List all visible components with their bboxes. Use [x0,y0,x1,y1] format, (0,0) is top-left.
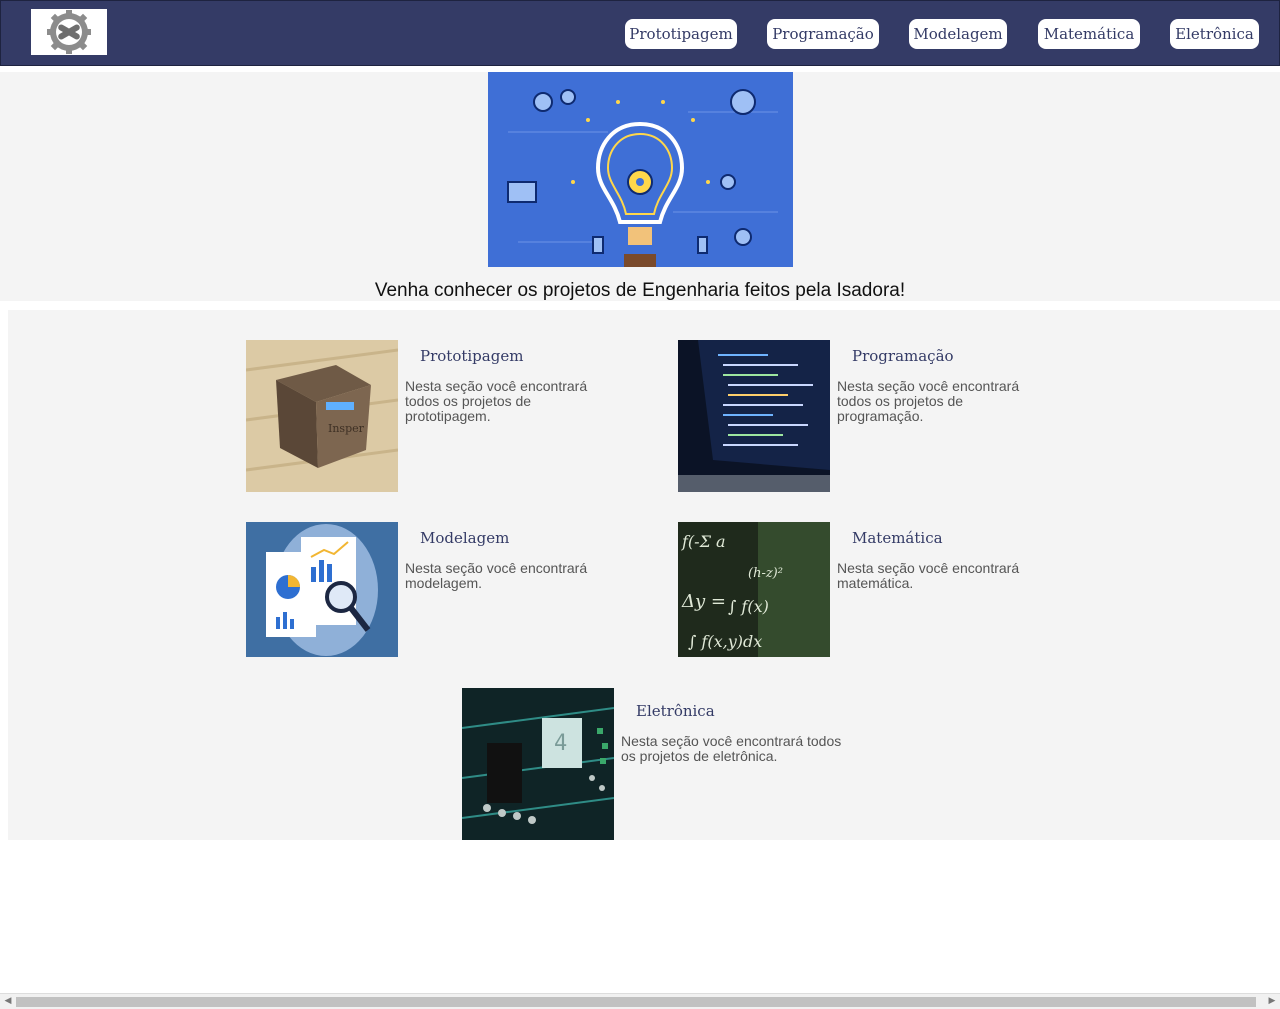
gear-wrench-logo-icon [47,10,91,54]
nav-programacao-button[interactable]: Programação [767,19,879,49]
hero-title: Venha conhecer os projetos de Engenharia… [374,280,906,301]
scrollbar-thumb[interactable] [16,997,1256,1007]
svg-text:4: 4 [554,731,567,756]
lightbulb-icon [488,72,793,267]
nav-eletronica-button[interactable]: Eletrônica [1170,19,1259,49]
prototipagem-image: Insper [246,340,398,492]
card-description: Nesta seção você encontrará modelagem. [405,560,588,591]
card-title: Prototipagem [420,347,524,365]
svg-text:Δy =: Δy = [681,591,726,612]
nav-modelagem-button[interactable]: Modelagem [909,19,1007,49]
card-description: Nesta seção você encontrará todos os pro… [837,378,1020,424]
modelagem-image [246,522,398,657]
card-title: Modelagem [420,529,510,547]
card-title: Programação [852,347,954,365]
programacao-image [678,340,830,492]
nav-prototipagem-button[interactable]: Prototipagem [625,19,737,49]
code-screen-icon [678,340,830,492]
svg-text:∫ f(x): ∫ f(x) [728,597,769,616]
horizontal-scrollbar[interactable]: ◀ ▶ [0,993,1280,1009]
box-prototype-icon: Insper [246,340,398,492]
card-title: Matemática [852,529,943,547]
hero-image [488,72,793,267]
card-description: Nesta seção você encontrará matemática. [837,560,1020,591]
card-description: Nesta seção você encontrará todos os pro… [405,378,588,424]
navbar: Prototipagem Programação Modelagem Matem… [0,0,1280,66]
hero-section: Venha conhecer os projetos de Engenharia… [0,72,1280,301]
nav-matematica-button[interactable]: Matemática [1038,19,1140,49]
card-title: Eletrônica [636,702,715,720]
card-description: Nesta seção você encontrará todos os pro… [621,733,842,764]
eletronica-image: 4 [462,688,614,840]
chalkboard-formula-icon: f(-Σ a (h-z)² Δy = ∫ f(x) ∫ f(x,y)dx [678,522,830,657]
svg-text:Insper: Insper [328,422,365,435]
analytics-magnifier-icon [246,522,398,657]
scroll-right-icon[interactable]: ▶ [1266,995,1278,1006]
svg-text:(h-z)²: (h-z)² [748,566,783,581]
matematica-image: f(-Σ a (h-z)² Δy = ∫ f(x) ∫ f(x,y)dx [678,522,830,657]
circuit-board-icon: 4 [462,688,614,840]
scroll-left-icon[interactable]: ◀ [2,995,14,1006]
projects-section: Insper Prototipagem Nesta seção você enc… [8,310,1280,840]
logo[interactable] [31,9,107,55]
svg-text:f(-Σ a: f(-Σ a [681,532,726,551]
svg-text:∫ f(x,y)dx: ∫ f(x,y)dx [688,632,762,651]
